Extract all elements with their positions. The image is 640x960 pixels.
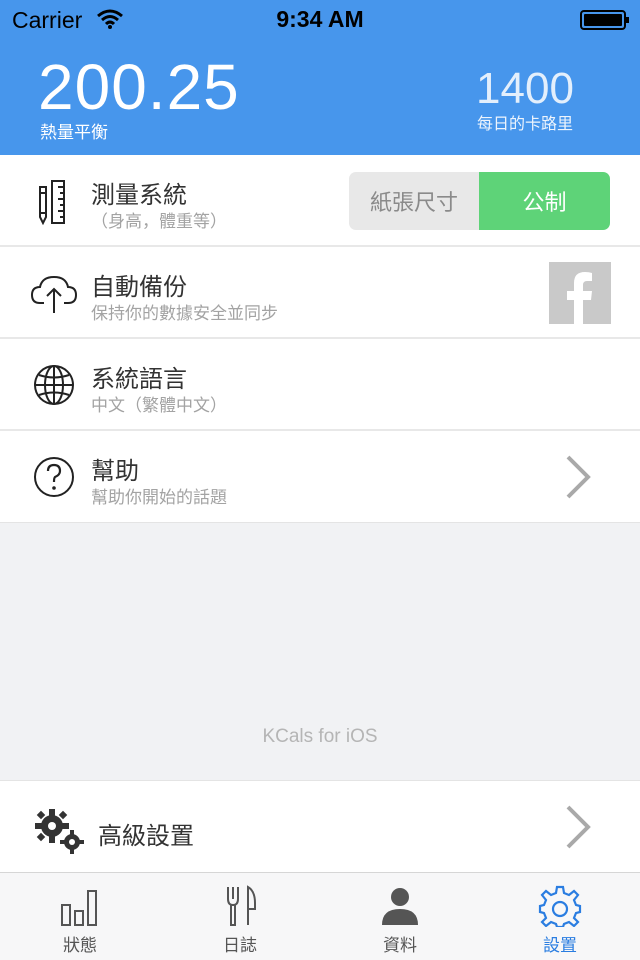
settings-list: 測量系統 （身高，體重等） 紙張尺寸 公制 自動備份 保持你的數據安全並同步 系…	[0, 155, 640, 523]
measurement-unit-toggle[interactable]: 紙張尺寸 公制	[349, 172, 610, 230]
calorie-balance-value: 200.25	[38, 51, 240, 123]
backup-title: 自動備份	[91, 273, 187, 301]
facebook-icon	[567, 272, 592, 324]
measurement-subtitle: （身高，體重等）	[91, 212, 227, 232]
tab-settings-label: 設置	[543, 936, 577, 956]
globe-icon	[34, 365, 74, 405]
status-bar: Carrier 9:34 AM	[0, 0, 640, 40]
language-subtitle: 中文（繁體中文）	[91, 396, 227, 416]
language-title: 系統語言	[91, 365, 187, 393]
bar-chart-icon	[61, 890, 97, 926]
tab-status-label: 狀態	[63, 936, 97, 956]
daily-calories-label: 每日的卡路里	[476, 114, 573, 133]
measurement-title: 測量系統	[91, 181, 187, 209]
tab-journal-label: 日誌	[223, 936, 257, 956]
calorie-balance-label: 熱量平衡	[40, 123, 108, 143]
help-subtitle: 幫助你開始的話題	[91, 488, 227, 508]
summary-header: Carrier 9:34 AM 200.25 熱量平衡 1400 每日的卡路里	[0, 0, 640, 155]
tab-journal[interactable]: 日誌	[160, 873, 320, 960]
setting-help[interactable]: 幫助 幫助你開始的話題	[0, 431, 640, 523]
help-title: 幫助	[91, 457, 139, 485]
gears-icon	[35, 809, 84, 854]
advanced-settings-row[interactable]: 高級設置	[0, 780, 640, 872]
setting-system-language[interactable]: 系統語言 中文（繁體中文）	[0, 339, 640, 431]
chevron-right-icon	[566, 805, 591, 849]
setting-measurement-system: 測量系統 （身高，體重等） 紙張尺寸 公制	[0, 155, 640, 247]
backup-subtitle: 保持你的數據安全並同步	[91, 304, 278, 324]
option-metric[interactable]: 公制	[479, 172, 610, 230]
tab-settings[interactable]: 設置	[480, 873, 640, 960]
battery-icon	[580, 10, 629, 30]
tab-profile[interactable]: 資料	[320, 873, 480, 960]
tab-bar: 狀態 日誌 資料 設置	[0, 872, 640, 960]
fork-knife-icon	[227, 885, 256, 926]
status-time: 9:34 AM	[276, 6, 364, 32]
facebook-button[interactable]	[549, 262, 611, 324]
person-icon	[382, 888, 418, 925]
chevron-right-icon	[566, 455, 591, 499]
tab-profile-label: 資料	[383, 936, 417, 956]
option-paper-size[interactable]: 紙張尺寸	[349, 172, 479, 230]
cloud-upload-icon	[30, 275, 78, 313]
app-version-label: KCals for iOS	[262, 726, 378, 747]
tab-status[interactable]: 狀態	[0, 873, 160, 960]
daily-calories-value[interactable]: 1400	[470, 64, 580, 114]
setting-auto-backup[interactable]: 自動備份 保持你的數據安全並同步	[0, 247, 640, 339]
ruler-pencil-icon	[39, 180, 65, 225]
question-icon	[34, 457, 74, 497]
advanced-settings-title: 高級設置	[98, 822, 194, 850]
gear-icon	[538, 885, 582, 927]
